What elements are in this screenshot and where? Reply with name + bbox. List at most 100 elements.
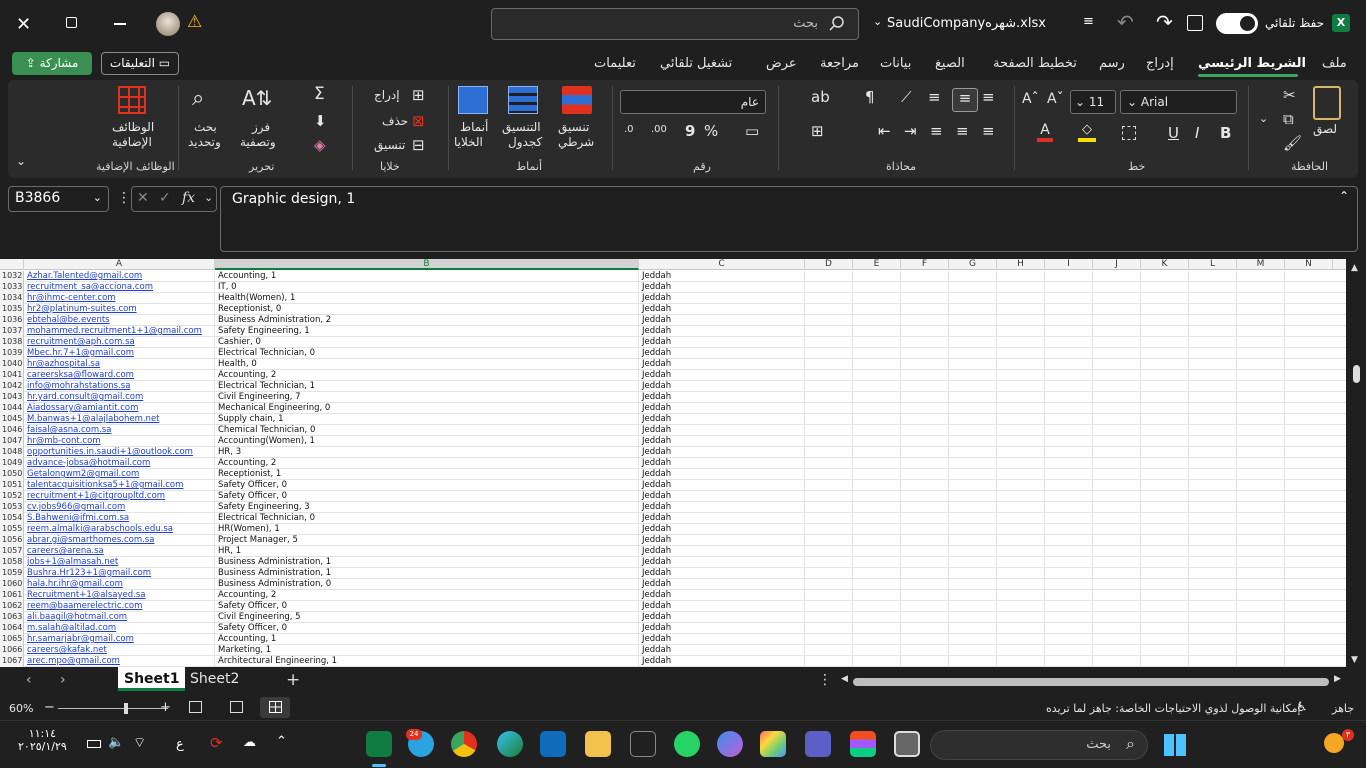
cell-specialty[interactable]: Accounting, 2 xyxy=(218,458,276,468)
name-box[interactable]: B3866 ⌄ xyxy=(8,186,109,212)
fill-color-icon[interactable]: ◇ xyxy=(1078,122,1096,142)
sheet-options-icon[interactable]: ⋮ xyxy=(818,672,832,688)
scroll-down-icon[interactable]: ▼ xyxy=(1351,655,1358,665)
cell-specialty[interactable]: Health(Women), 1 xyxy=(218,293,295,303)
column-header-j[interactable]: J xyxy=(1093,259,1141,270)
conditional-formatting-icon[interactable] xyxy=(562,86,592,114)
row-header[interactable]: 1058 xyxy=(0,557,24,568)
start-windows-icon[interactable] xyxy=(1164,734,1186,756)
row-header[interactable]: 1037 xyxy=(0,326,24,337)
cell-specialty[interactable]: Civil Engineering, 5 xyxy=(218,612,301,622)
cell-city[interactable]: Jeddah xyxy=(642,436,671,446)
cell-city[interactable]: Jeddah xyxy=(642,634,671,644)
zoom-in-icon[interactable]: + xyxy=(160,700,171,715)
cut-icon[interactable]: ✂ xyxy=(1283,86,1296,104)
next-sheet-icon[interactable]: › xyxy=(60,672,66,688)
whatsapp-icon[interactable] xyxy=(674,731,700,757)
accounting-format-icon[interactable]: ▭ xyxy=(745,122,759,140)
tab-file[interactable]: ملف xyxy=(1322,56,1347,71)
column-header-b[interactable]: B xyxy=(215,259,639,270)
undo-icon[interactable]: ↶ xyxy=(1117,10,1134,34)
italic-icon[interactable]: I xyxy=(1195,124,1199,142)
cell-city[interactable]: Jeddah xyxy=(642,579,671,589)
scroll-up-icon[interactable]: ▲ xyxy=(1351,263,1358,273)
scroll-right-icon[interactable]: ▶ xyxy=(1334,674,1341,684)
cell-city[interactable]: Jeddah xyxy=(642,370,671,380)
cell-email[interactable]: Getalongwm2@gmail.com xyxy=(27,469,139,479)
align-right-icon[interactable]: ≡ xyxy=(982,122,995,140)
zoom-slider-thumb[interactable] xyxy=(124,703,128,714)
cell-city[interactable]: Jeddah xyxy=(642,502,671,512)
cell-city[interactable]: Jeddah xyxy=(642,414,671,424)
tab-formulas[interactable]: الصيغ xyxy=(935,56,965,71)
accessibility-status[interactable]: إمكانية الوصول لذوي الاحتياجات الخاصة: ج… xyxy=(1046,702,1301,715)
cell-city[interactable]: Jeddah xyxy=(642,282,671,292)
taskbar-search-input[interactable]: بحث ⌕ xyxy=(930,730,1148,760)
format-cells-button[interactable]: تنسيق xyxy=(374,138,405,152)
cell-specialty[interactable]: Supply chain, 1 xyxy=(218,414,284,424)
cell-specialty[interactable]: Electrical Technician, 0 xyxy=(218,513,315,523)
row-header[interactable]: 1053 xyxy=(0,502,24,513)
cell-email[interactable]: advance-jobsa@hotmail.com xyxy=(27,458,150,468)
cell-city[interactable]: Jeddah xyxy=(642,271,671,281)
cell-specialty[interactable]: Business Administration, 1 xyxy=(218,568,331,578)
redo-icon[interactable]: ↷ xyxy=(1156,10,1173,34)
row-header[interactable]: 1059 xyxy=(0,568,24,579)
cell-city[interactable]: Jeddah xyxy=(642,623,671,633)
cell-email[interactable]: cv.jobs966@gmail.com xyxy=(27,502,125,512)
cell-specialty[interactable]: Receptionist, 1 xyxy=(218,469,281,479)
row-header[interactable]: 1047 xyxy=(0,436,24,447)
page-layout-view-icon[interactable] xyxy=(230,701,243,713)
row-header[interactable]: 1054 xyxy=(0,513,24,524)
cell-email[interactable]: jobs+1@almasah.net xyxy=(27,557,118,567)
formula-input[interactable]: Graphic design, 1 ⌃ xyxy=(220,186,1358,252)
decrease-decimal-icon[interactable]: .0 xyxy=(624,124,634,135)
enter-icon[interactable]: ✓ xyxy=(159,190,171,206)
horizontal-scroll-thumb[interactable] xyxy=(853,678,1329,686)
cell-city[interactable]: Jeddah xyxy=(642,535,671,545)
scroll-thumb[interactable] xyxy=(1353,365,1360,383)
cell-email[interactable]: arec.mpo@gmail.com xyxy=(27,656,120,666)
clear-icon[interactable]: ◈ xyxy=(314,136,326,154)
cell-specialty[interactable]: Accounting, 1 xyxy=(218,271,276,281)
cell-city[interactable]: Jeddah xyxy=(642,557,671,567)
row-header[interactable]: 1034 xyxy=(0,293,24,304)
row-header[interactable]: 1061 xyxy=(0,590,24,601)
cell-specialty[interactable]: Marketing, 1 xyxy=(218,645,271,655)
colorful-app-icon[interactable] xyxy=(760,731,786,757)
tab-home[interactable]: الشريط الرئيسي xyxy=(1198,56,1306,71)
cell-email[interactable]: hr2@platinum-suites.com xyxy=(27,304,137,314)
row-header[interactable]: 1062 xyxy=(0,601,24,612)
cell-specialty[interactable]: Receptionist, 0 xyxy=(218,304,281,314)
cell-city[interactable]: Jeddah xyxy=(642,590,671,600)
volume-icon[interactable]: 🔈 xyxy=(108,735,124,750)
cell-email[interactable]: careers@arena.sa xyxy=(27,546,104,556)
cell-specialty[interactable]: Health, 0 xyxy=(218,359,257,369)
cell-email[interactable]: recruitment+1@citgroupltd.com xyxy=(27,491,165,501)
insert-cells-icon[interactable]: ⊞ xyxy=(412,86,425,104)
cell-email[interactable]: M.banwas+1@alajlabohem.net xyxy=(27,414,160,424)
cell-specialty[interactable]: HR(Women), 1 xyxy=(218,524,280,534)
cell-specialty[interactable]: Accounting, 2 xyxy=(218,370,276,380)
row-header[interactable]: 1046 xyxy=(0,425,24,436)
cell-city[interactable]: Jeddah xyxy=(642,403,671,413)
chevron-down-icon[interactable]: ⌄ xyxy=(1259,112,1268,125)
conditional-formatting-button-2[interactable]: شرطي xyxy=(558,135,594,149)
cell-email[interactable]: S.Bahweni@ifmi.com.sa xyxy=(27,513,129,523)
cell-city[interactable]: Jeddah xyxy=(642,513,671,523)
row-header[interactable]: 1032 xyxy=(0,271,24,282)
column-header-n[interactable]: N xyxy=(1285,259,1333,270)
find-select-button-2[interactable]: وتحديد xyxy=(188,135,221,149)
cell-city[interactable]: Jeddah xyxy=(642,425,671,435)
column-header-a[interactable]: A xyxy=(24,259,215,270)
file-name[interactable]: SaudiCompanyشهره.xlsx xyxy=(887,16,1046,31)
autosave-toggle[interactable] xyxy=(1216,13,1258,34)
column-header-e[interactable]: E xyxy=(853,259,901,270)
cell-styles-button-2[interactable]: الخلايا xyxy=(454,135,483,149)
row-header[interactable]: 1067 xyxy=(0,656,24,667)
restore-icon[interactable] xyxy=(66,17,77,28)
number-format-select[interactable]: عام xyxy=(620,90,766,114)
delete-cells-button[interactable]: حذف xyxy=(382,114,408,128)
normal-view-icon[interactable] xyxy=(260,697,290,718)
insert-function-icon[interactable]: fx xyxy=(182,190,195,206)
